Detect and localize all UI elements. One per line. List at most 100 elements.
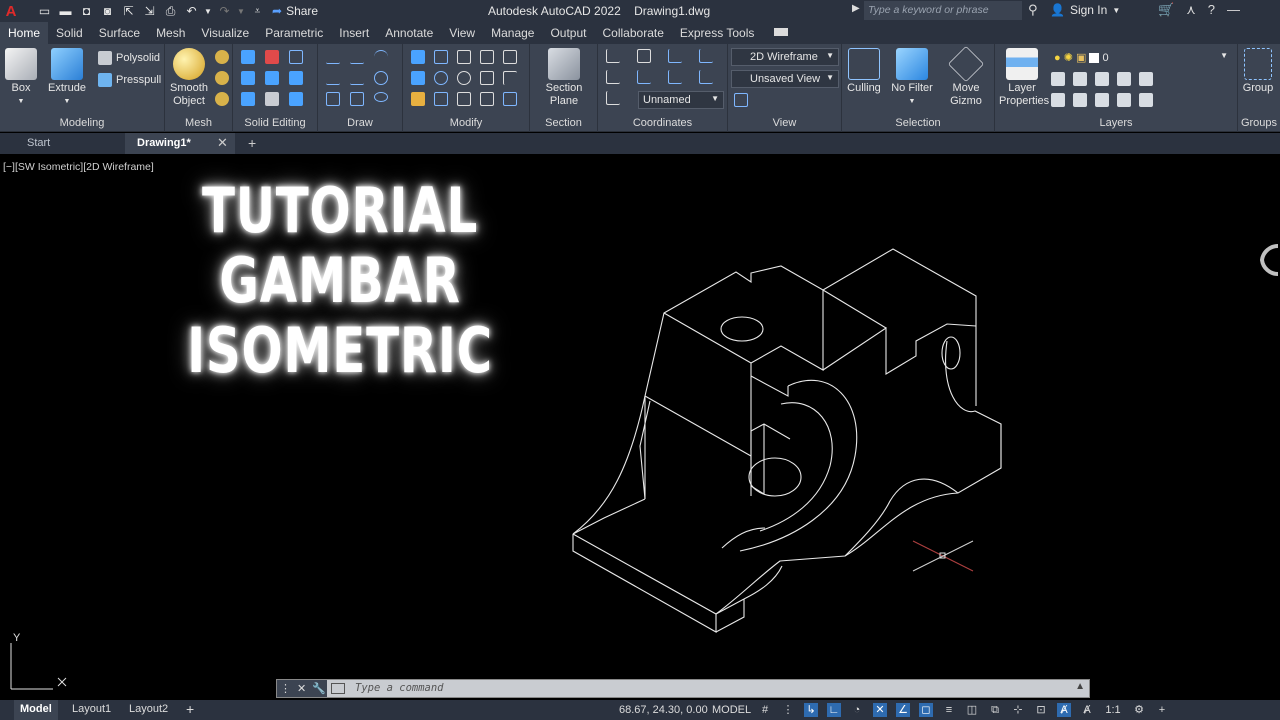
command-grip-icon[interactable]: ⋮: [280, 682, 291, 695]
layer-tool-4-icon[interactable]: [1117, 72, 1131, 86]
ribbon-tab-solid[interactable]: Solid: [48, 22, 91, 44]
rotate-ring-icon[interactable]: [434, 71, 448, 85]
ribbon-tab-home[interactable]: Home: [0, 22, 49, 44]
ribbon-minimize-icon[interactable]: [774, 28, 789, 36]
ucs-world-icon[interactable]: [637, 49, 651, 63]
panel-label-modify[interactable]: Modify: [403, 117, 529, 129]
copy-icon[interactable]: [411, 50, 425, 64]
lineweight-icon[interactable]: ≡: [942, 703, 956, 717]
tab-layout2[interactable]: Layout2: [129, 703, 168, 715]
isometric-wireframe-model[interactable]: [0, 156, 1280, 702]
ribbon-tab-view[interactable]: View: [441, 22, 483, 44]
ucs-icon[interactable]: [606, 49, 620, 63]
explode-icon[interactable]: [480, 92, 494, 106]
infer-icon[interactable]: ↳: [804, 703, 818, 717]
ellipse-icon[interactable]: [374, 92, 388, 102]
group-button[interactable]: Group: [1240, 48, 1276, 95]
viewport-config-icon[interactable]: [734, 93, 748, 107]
mesh-tool-1-icon[interactable]: [215, 50, 229, 64]
dynamic-ucs-icon[interactable]: ⊡: [1034, 703, 1048, 717]
ribbon-tab-annotate[interactable]: Annotate: [377, 22, 441, 44]
autocad-logo-icon[interactable]: A: [0, 0, 22, 22]
ucs-face-icon[interactable]: [668, 70, 682, 84]
layer-tool-2-icon[interactable]: [1073, 72, 1087, 86]
ribbon-tab-collaborate[interactable]: Collaborate: [595, 22, 672, 44]
layer-tool-6-icon[interactable]: [1051, 93, 1065, 107]
imprint-icon[interactable]: [289, 71, 303, 85]
viewcube-icon[interactable]: [1254, 238, 1280, 288]
autodesk-a360-icon[interactable]: ⋏: [1186, 2, 1196, 18]
add-layout-icon[interactable]: +: [186, 701, 194, 717]
construction-line-icon[interactable]: [350, 71, 364, 85]
workspace-gear-icon[interactable]: ⚙: [1132, 703, 1146, 717]
ribbon-tab-manage[interactable]: Manage: [483, 22, 542, 44]
line-icon[interactable]: [350, 50, 364, 64]
extract-edges-icon[interactable]: [265, 71, 279, 85]
redo-dropdown-icon[interactable]: ▼: [237, 3, 245, 19]
object-snap-icon[interactable]: ◻: [919, 703, 933, 717]
intersect-icon[interactable]: [241, 92, 255, 106]
ucs-zaxis-icon[interactable]: [699, 70, 713, 84]
doc-tab-start[interactable]: Start: [0, 133, 125, 154]
ucs-origin-icon[interactable]: [668, 49, 682, 63]
mesh-tool-2-icon[interactable]: [215, 71, 229, 85]
command-close-icon[interactable]: ✕: [297, 682, 306, 695]
erase-icon[interactable]: [411, 92, 425, 106]
section-plane-button[interactable]: Section Plane: [540, 48, 588, 108]
command-prompt-icon[interactable]: [331, 683, 345, 694]
panel-label-modeling[interactable]: Modeling: [0, 117, 164, 129]
drawing-viewport[interactable]: [−][SW Isometric][2D Wireframe] TUTORIAL…: [0, 156, 1280, 702]
layer-combo[interactable]: ● ✺ ▣ 0 ▼: [1049, 48, 1233, 66]
web-save-icon[interactable]: ⇲: [141, 3, 158, 19]
fillet-edge-icon[interactable]: [265, 92, 279, 106]
ucs-3point-icon[interactable]: [699, 49, 713, 63]
auto-scale-icon[interactable]: Ⱥ: [1080, 703, 1094, 717]
panel-label-draw[interactable]: Draw: [318, 117, 402, 129]
redo-icon[interactable]: ↷: [216, 3, 233, 19]
save-as-icon[interactable]: ◙: [99, 3, 116, 19]
move-gizmo-button[interactable]: Move Gizmo: [946, 45, 986, 108]
close-tab-icon[interactable]: ✕: [217, 135, 228, 151]
polyline-icon[interactable]: [326, 50, 340, 64]
help-search-input[interactable]: Type a keyword or phrase: [864, 1, 1022, 20]
visual-style-combo[interactable]: 2D Wireframe ▼: [731, 48, 839, 66]
new-tab-icon[interactable]: +: [248, 135, 256, 151]
offset-icon[interactable]: [457, 92, 471, 106]
circle-icon[interactable]: [374, 71, 388, 85]
culling-button[interactable]: Culling: [844, 48, 884, 95]
subtract-icon[interactable]: [265, 50, 279, 64]
ribbon-tab-express-tools[interactable]: Express Tools: [672, 22, 762, 44]
web-open-icon[interactable]: ⇱: [120, 3, 137, 19]
interfere-icon[interactable]: [241, 71, 255, 85]
selection-cycling-icon[interactable]: ⧉: [988, 703, 1002, 717]
save-icon[interactable]: ◘: [78, 3, 95, 19]
undo-icon[interactable]: ↶: [183, 3, 200, 19]
annotation-scale-label[interactable]: 1:1: [1103, 703, 1123, 717]
rotate-icon[interactable]: [457, 71, 471, 85]
box-button[interactable]: Box ▼: [4, 48, 38, 108]
mesh-tool-3-icon[interactable]: [215, 92, 229, 106]
new-file-icon[interactable]: ▭: [36, 3, 53, 19]
ucs-named-combo[interactable]: Unnamed ▼: [638, 91, 724, 109]
panel-label-groups[interactable]: Groups: [1238, 117, 1280, 129]
trim-icon[interactable]: [503, 50, 517, 64]
snap-icon[interactable]: ⋮: [781, 703, 795, 717]
smooth-object-button[interactable]: Smooth Object: [169, 48, 209, 108]
ucs-view-icon[interactable]: [606, 70, 620, 84]
polysolid-button[interactable]: Polysolid: [98, 51, 160, 65]
no-filter-button[interactable]: No Filter ▼: [888, 48, 936, 108]
layer-tool-7-icon[interactable]: [1073, 93, 1087, 107]
help-icon[interactable]: ?: [1208, 2, 1215, 18]
shape-icon[interactable]: [434, 92, 448, 106]
tab-model[interactable]: Model: [14, 700, 58, 720]
ortho-icon[interactable]: ∟: [827, 703, 841, 717]
array-icon[interactable]: [480, 50, 494, 64]
search-icon[interactable]: ⚲: [1028, 2, 1038, 18]
panel-label-layers[interactable]: Layers: [995, 117, 1237, 129]
ribbon-tab-mesh[interactable]: Mesh: [148, 22, 193, 44]
sign-in-button[interactable]: 👤 Sign In ▼: [1050, 3, 1120, 17]
ucs-named-icon[interactable]: [606, 91, 620, 105]
saved-view-combo[interactable]: Unsaved View ▼: [731, 70, 839, 88]
command-line[interactable]: ⋮ ✕ 🔧 Type a command ▲: [276, 679, 1090, 698]
tab-layout1[interactable]: Layout1: [72, 703, 111, 715]
